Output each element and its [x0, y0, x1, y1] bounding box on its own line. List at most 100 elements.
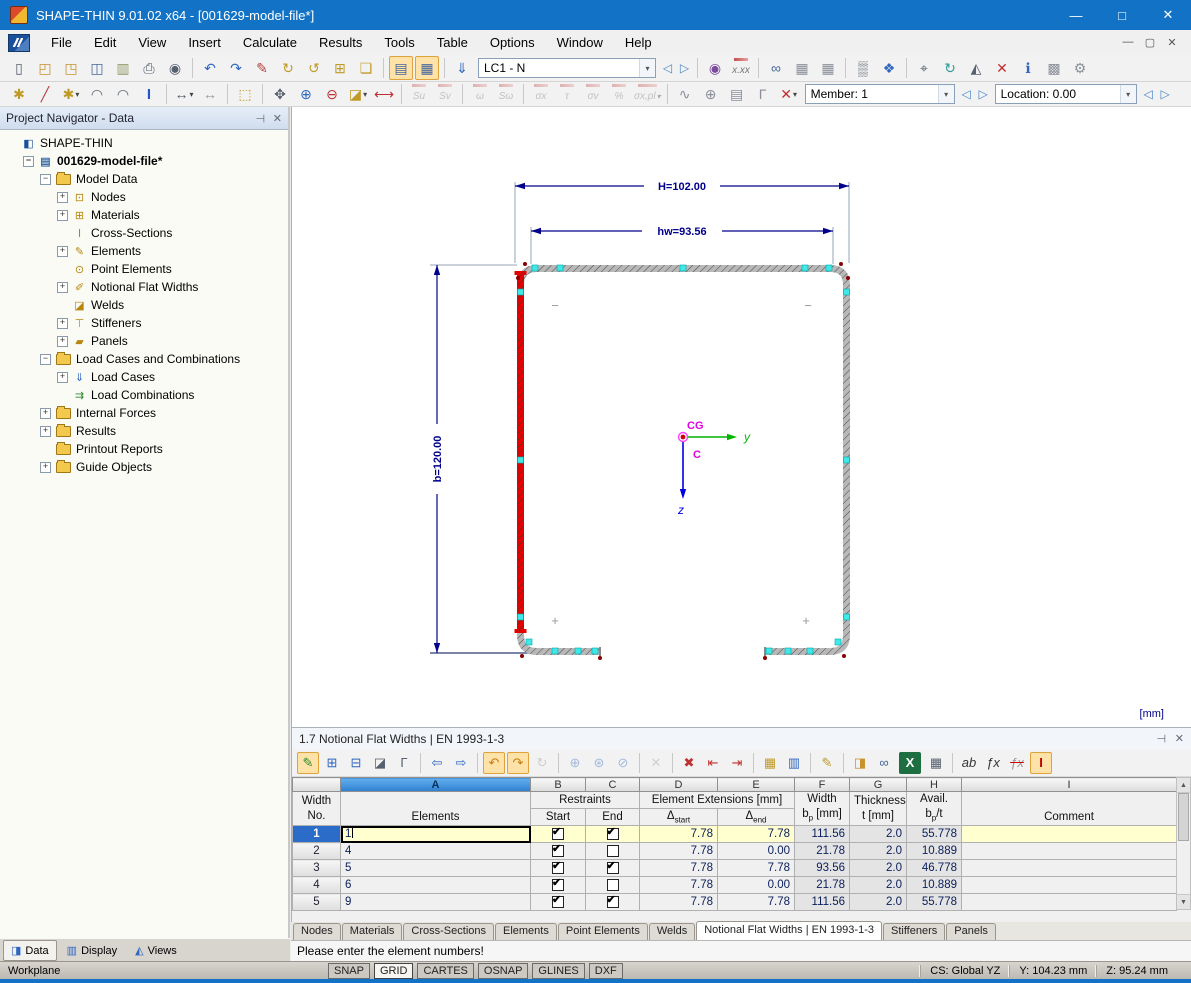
- previous-location-arrow-icon[interactable]: ◁: [1140, 84, 1157, 104]
- filter-elements-icon[interactable]: I: [1030, 751, 1052, 774]
- cell-delta-start[interactable]: 7.78: [639, 842, 718, 861]
- fill-table-icon[interactable]: ▦: [759, 752, 781, 774]
- zoom-in-icon[interactable]: ⊕: [294, 82, 318, 106]
- expand-icon[interactable]: +: [40, 461, 51, 473]
- column-letter-c[interactable]: C: [585, 777, 640, 792]
- menu-view[interactable]: View: [127, 32, 177, 53]
- next-member-arrow-icon[interactable]: ▷: [975, 84, 992, 104]
- rotate-view-icon[interactable]: ↻: [938, 56, 962, 80]
- result-diagrams-icon[interactable]: ▤: [725, 82, 749, 106]
- undo-icon[interactable]: ↶: [198, 56, 222, 80]
- display-properties-icon[interactable]: ▩: [1042, 56, 1066, 80]
- delete-rows-after-icon[interactable]: ⇥: [726, 752, 748, 774]
- mdi-minimize-button[interactable]: —: [1117, 36, 1139, 49]
- tree-item-panels[interactable]: + ▰ Panels: [2, 332, 288, 350]
- snap-grid-icon[interactable]: ▒: [851, 56, 875, 80]
- tree-item-load-cases[interactable]: + ⇓ Load Cases: [2, 368, 288, 386]
- drawing-canvas[interactable]: H=102.00 hw=93.56 b=120.00 − − + + CG C …: [291, 107, 1191, 727]
- dropdown-arrow-icon[interactable]: ▾: [189, 90, 193, 99]
- table-tab-panels[interactable]: Panels: [946, 923, 996, 940]
- edit-geometry-icon[interactable]: ✎: [250, 56, 274, 80]
- expand-icon[interactable]: +: [57, 191, 68, 203]
- toggle-snap[interactable]: SNAP: [328, 962, 370, 979]
- panel-manager-2-icon[interactable]: ▦: [816, 56, 840, 80]
- expand-icon[interactable]: +: [40, 407, 51, 419]
- row-number-cell[interactable]: 3: [292, 859, 341, 878]
- cell-elements[interactable]: 6: [340, 876, 531, 895]
- menu-options[interactable]: Options: [479, 32, 546, 53]
- new-section-icon[interactable]: I: [137, 82, 161, 106]
- next-location-arrow-icon[interactable]: ▷: [1157, 84, 1174, 104]
- dropdown-arrow-icon[interactable]: ▾: [793, 90, 797, 99]
- close-button[interactable]: ✕: [1145, 0, 1191, 30]
- cell-elements[interactable]: 5: [340, 859, 531, 878]
- print-icon[interactable]: ⎙: [137, 56, 161, 80]
- column-letter-f[interactable]: F: [794, 777, 850, 792]
- next-load-case-arrow-icon[interactable]: ▷: [676, 58, 693, 78]
- import-table-icon[interactable]: ◨: [849, 752, 871, 774]
- column-letter-d[interactable]: D: [639, 777, 718, 792]
- new-node-icon[interactable]: ✱: [7, 82, 31, 106]
- scroll-down-icon[interactable]: ▼: [1177, 894, 1190, 909]
- checkbox-restraint-end-cell[interactable]: [585, 825, 640, 844]
- cell-comment[interactable]: [961, 876, 1177, 895]
- menu-help[interactable]: Help: [614, 32, 663, 53]
- menu-results[interactable]: Results: [308, 32, 373, 53]
- menu-tools[interactable]: Tools: [373, 32, 425, 53]
- show-results-icon[interactable]: ◉: [703, 56, 727, 80]
- tree-item-nodes[interactable]: + ⊡ Nodes: [2, 188, 288, 206]
- check-welds-icon[interactable]: ∿: [673, 82, 697, 106]
- object-snap-icon[interactable]: ⌖: [912, 56, 936, 80]
- center-of-gravity-icon[interactable]: ⊕: [699, 82, 723, 106]
- workplane-icon[interactable]: ◪ ▾: [346, 82, 370, 106]
- dropdown-arrow-icon[interactable]: ▾: [1119, 85, 1136, 103]
- menu-edit[interactable]: Edit: [83, 32, 127, 53]
- row-number-cell[interactable]: 5: [292, 893, 341, 912]
- table-tab-elements[interactable]: Elements: [495, 923, 557, 940]
- delete-objects-icon[interactable]: ✕: [990, 56, 1014, 80]
- cell-delta-end[interactable]: 0.00: [717, 842, 795, 861]
- grid-settings-icon[interactable]: ❖: [877, 56, 901, 80]
- navigator-tab-data[interactable]: ◨ Data: [3, 940, 57, 961]
- formula-off-icon[interactable]: ƒx: [1006, 752, 1028, 774]
- column-letter-e[interactable]: E: [717, 777, 795, 792]
- toggle-glines[interactable]: GLINES: [532, 962, 585, 979]
- table-scrollbar[interactable]: ▲ ▼: [1176, 777, 1191, 910]
- add-note-icon[interactable]: ⊞: [328, 56, 352, 80]
- result-values-icon[interactable]: x.xx: [729, 54, 753, 82]
- expand-icon[interactable]: +: [57, 281, 68, 293]
- mdi-restore-button[interactable]: ▢: [1139, 36, 1161, 49]
- load-case-combo[interactable]: LC1 - N ▾: [478, 58, 656, 78]
- pin-icon[interactable]: ⊤: [253, 113, 266, 123]
- insert-row-icon[interactable]: ⊞: [321, 752, 343, 774]
- previous-load-case-arrow-icon[interactable]: ◁: [659, 58, 676, 78]
- menu-file[interactable]: File: [40, 32, 83, 53]
- tree-item-welds[interactable]: ◪ Welds: [2, 296, 288, 314]
- menu-calculate[interactable]: Calculate: [232, 32, 308, 53]
- new-element-icon[interactable]: ╱: [33, 82, 57, 106]
- dropdown-arrow-icon[interactable]: ▾: [75, 90, 79, 99]
- new-arc-icon[interactable]: ◠: [85, 82, 109, 106]
- checkbox-restraint-start-cell[interactable]: [530, 876, 586, 895]
- copy-row-icon[interactable]: ◪: [369, 752, 391, 774]
- collapse-icon[interactable]: −: [40, 173, 51, 185]
- checkbox-restraint-end[interactable]: [606, 827, 619, 840]
- location-combo[interactable]: Location: 0.00 ▾: [994, 84, 1137, 104]
- formula-icon[interactable]: ƒx: [982, 752, 1004, 774]
- cell-delta-end[interactable]: 0.00: [717, 876, 795, 895]
- collapse-icon[interactable]: −: [23, 155, 34, 167]
- expand-icon[interactable]: +: [57, 317, 68, 329]
- cell-comment[interactable]: [961, 859, 1177, 878]
- checkbox-restraint-start[interactable]: [552, 844, 564, 857]
- navigator-tab-views[interactable]: ◭ Views: [127, 940, 185, 961]
- delete-row-icon[interactable]: ⊟: [345, 752, 367, 774]
- menu-table[interactable]: Table: [426, 32, 479, 53]
- project-archive-icon[interactable]: ◳: [59, 56, 83, 80]
- cell-delta-end[interactable]: 7.78: [717, 859, 795, 878]
- table-tab-cross-sections[interactable]: Cross-Sections: [403, 923, 494, 940]
- cell-elements[interactable]: 1: [340, 825, 531, 844]
- show-tables-icon[interactable]: ▤: [389, 56, 413, 80]
- row-number-cell[interactable]: 1: [292, 825, 341, 844]
- checkbox-restraint-start[interactable]: [552, 895, 564, 908]
- pin-icon[interactable]: ⊤: [1154, 734, 1167, 744]
